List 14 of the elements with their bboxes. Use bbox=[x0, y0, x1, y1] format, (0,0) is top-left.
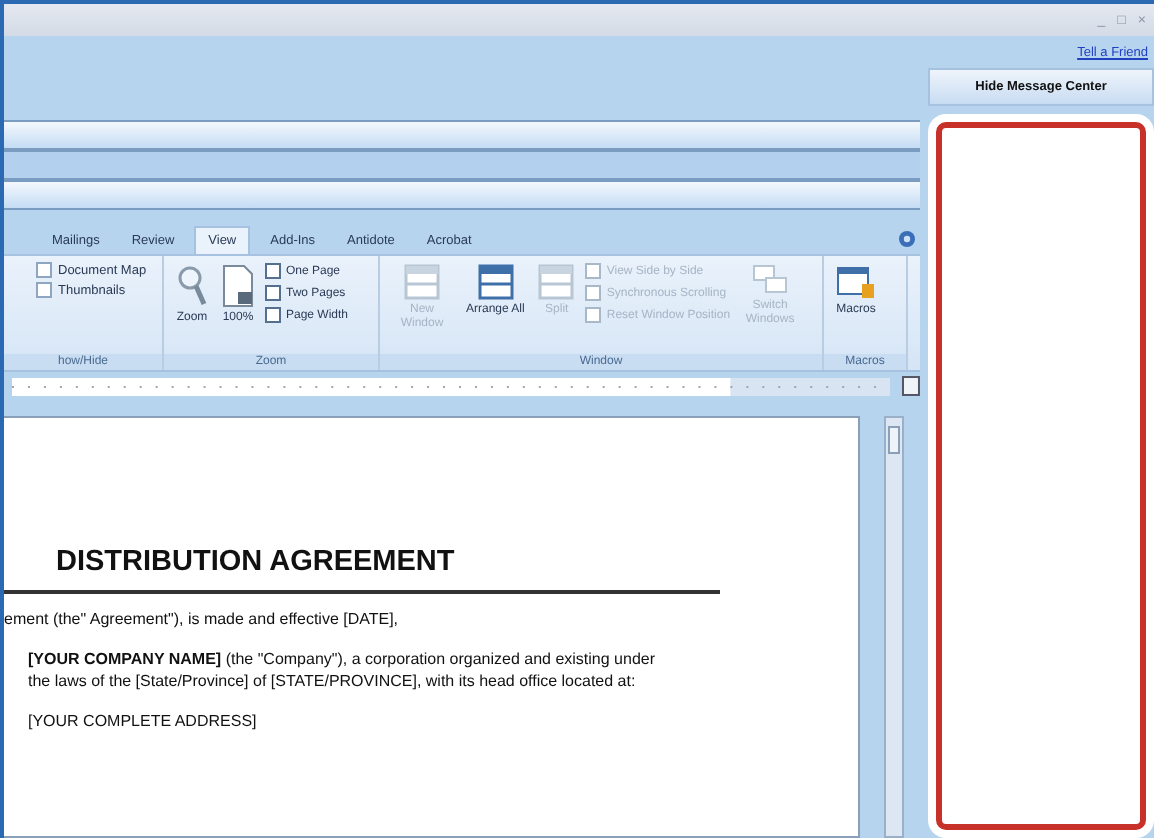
scrollbar[interactable] bbox=[884, 416, 904, 838]
document-title: DISTRIBUTION AGREEMENT bbox=[56, 546, 457, 578]
view-ruler-icon[interactable] bbox=[902, 376, 920, 396]
document-paragraph: [YOUR COMPLETE ADDRESS] bbox=[28, 712, 259, 734]
document-paragraph: ement (the" Agreement"), is made and effective [DATE], bbox=[4, 610, 401, 631]
magnifier-icon bbox=[176, 264, 208, 308]
window-icon bbox=[538, 264, 575, 300]
page-icon bbox=[222, 264, 254, 308]
help-icon[interactable] bbox=[898, 230, 916, 248]
document-paragraph: [YOUR COMPANY NAME] (the "Company"), a corporation organized and existing under the laws of the [State/Province] of [STATE/PROVINCE], with its head office located at: bbox=[28, 650, 658, 693]
window-icon bbox=[404, 264, 440, 300]
windows-icon bbox=[752, 264, 789, 296]
window-icon bbox=[477, 264, 514, 300]
macro-icon bbox=[836, 264, 876, 300]
